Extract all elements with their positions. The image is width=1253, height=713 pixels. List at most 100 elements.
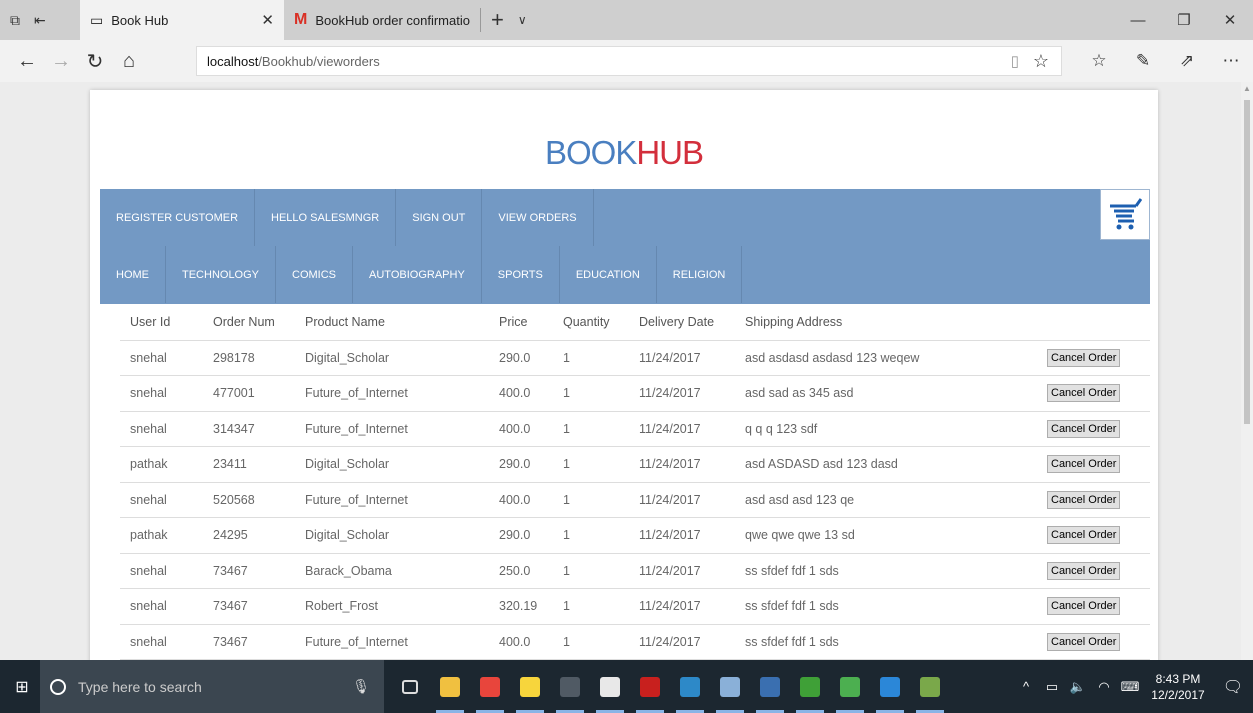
app-window-glyph	[680, 676, 700, 697]
tabs-aside-icon[interactable]: ⧉	[10, 12, 20, 29]
taskbar-clock[interactable]: 8:43 PM 12/2/2017	[1143, 671, 1213, 703]
mongodb-compass-icon[interactable]	[830, 660, 870, 713]
nav-religion[interactable]: RELIGION	[657, 246, 743, 303]
nav-top-row: REGISTER CUSTOMER HELLO SALESMNGR SIGN O…	[100, 189, 594, 246]
cancel-order-button[interactable]: Cancel Order	[1047, 455, 1121, 474]
acrobat-icon[interactable]	[630, 660, 670, 713]
nav-autobiography[interactable]: AUTOBIOGRAPHY	[353, 246, 482, 303]
java-icon[interactable]	[710, 660, 750, 713]
cell-user-id: snehal	[120, 340, 213, 376]
cell-shipping-address: qwe qwe qwe 13 sd	[745, 517, 1047, 554]
scroll-up-icon[interactable]: ▲	[1243, 84, 1251, 93]
terminal-glyph	[560, 676, 580, 697]
cell-shipping-address: asd ASDASD asd 123 dasd	[745, 446, 1047, 483]
table-row: snehal 314347 Future_of_Internet 400.0 1 11/2…	[120, 411, 1150, 447]
nav-sports[interactable]: SPORTS	[482, 246, 560, 303]
share-icon[interactable]: ⇗	[1165, 51, 1209, 71]
wifi-icon[interactable]: ◠	[1091, 679, 1117, 695]
nav-home[interactable]: HOME	[100, 246, 166, 303]
cell-action: Cancel Order	[1047, 375, 1150, 412]
close-window-icon[interactable]: ✕	[1207, 11, 1253, 29]
forward-icon[interactable]: →	[44, 50, 78, 73]
action-center-icon[interactable]: 🗨	[1213, 677, 1253, 697]
battery-icon[interactable]: ▭	[1039, 679, 1065, 695]
url-field[interactable]: localhost/Bookhub/vieworders ▯ ☆	[196, 46, 1062, 76]
table-row: pathak 23411 Digital_Scholar 290.0 1 11/24/20…	[120, 446, 1150, 483]
app-window-icon[interactable]	[670, 660, 710, 713]
tab-book-hub[interactable]: ▭ Book Hub ✕	[80, 0, 284, 40]
sticky-notes-icon[interactable]	[510, 660, 550, 713]
chevron-down-icon[interactable]: ∨	[514, 13, 531, 27]
nav-register-customer[interactable]: REGISTER CUSTOMER	[100, 189, 256, 246]
windows-start-icon[interactable]: ⊞	[4, 677, 40, 697]
chrome-glyph	[480, 676, 500, 697]
file-explorer-glyph	[440, 676, 460, 697]
volume-icon[interactable]: 🔈	[1065, 679, 1091, 695]
cancel-order-button[interactable]: Cancel Order	[1047, 419, 1121, 438]
cell-user-id: snehal	[120, 624, 213, 660]
cancel-order-button[interactable]: Cancel Order	[1047, 348, 1121, 367]
scroll-thumb[interactable]	[1244, 100, 1250, 424]
cancel-order-button[interactable]: Cancel Order	[1047, 490, 1121, 509]
cell-shipping-address: ss sfdef fdf 1 sds	[745, 624, 1047, 660]
mongodb-icon[interactable]	[790, 660, 830, 713]
nav-sign-out[interactable]: SIGN OUT	[396, 189, 483, 246]
show-tabs-icon[interactable]: ⇤	[34, 12, 46, 29]
terminal-icon[interactable]	[550, 660, 590, 713]
nav-technology[interactable]: TECHNOLOGY	[166, 246, 277, 303]
cell-price: 400.0	[499, 482, 563, 518]
cancel-order-button[interactable]: Cancel Order	[1047, 632, 1121, 651]
netbeans-icon[interactable]	[750, 660, 790, 713]
reading-view-icon[interactable]: ▯	[1011, 52, 1019, 70]
site-logo[interactable]: BOOKHUB	[90, 134, 1158, 172]
show-hidden-icons[interactable]: ^	[1013, 679, 1039, 694]
minimize-icon[interactable]: —	[1115, 12, 1161, 29]
tab-order-confirmation[interactable]: M BookHub order confirmatio	[284, 0, 480, 40]
cell-shipping-address: asd asdasd asdasd 123 weqew	[745, 340, 1047, 376]
cancel-order-button[interactable]: Cancel Order	[1047, 597, 1121, 616]
url-host: localhost	[207, 53, 259, 69]
nav-comics[interactable]: COMICS	[276, 246, 354, 303]
cell-user-id: snehal	[120, 588, 213, 625]
more-icon[interactable]: ⋯	[1209, 51, 1253, 71]
refresh-icon[interactable]: ↻	[78, 49, 112, 74]
cancel-order-button[interactable]: Cancel Order	[1047, 561, 1121, 580]
back-icon[interactable]: ←	[10, 50, 44, 73]
keyboard-icon[interactable]: ⌨	[1117, 679, 1143, 695]
cell-price: 290.0	[499, 517, 563, 554]
cell-product-name: Future_of_Internet	[305, 411, 499, 447]
home-icon[interactable]: ⌂	[112, 50, 146, 73]
cell-order-num: 73467	[213, 624, 305, 660]
cancel-order-button[interactable]: Cancel Order	[1047, 384, 1121, 403]
paint-icon[interactable]	[910, 660, 950, 713]
cell-product-name: Future_of_Internet	[305, 624, 499, 660]
taskbar-search[interactable]: Type here to search 🎙	[40, 660, 384, 713]
nav-education[interactable]: EDUCATION	[560, 246, 657, 303]
document-icon[interactable]	[590, 660, 630, 713]
edge-icon[interactable]	[870, 660, 910, 713]
nav-hello-user[interactable]: HELLO SALESMNGR	[255, 189, 397, 246]
nav-view-orders[interactable]: VIEW ORDERS	[482, 189, 594, 246]
task-view-icon[interactable]	[390, 660, 430, 713]
acrobat-glyph	[640, 676, 660, 697]
microphone-icon[interactable]: 🎙	[352, 678, 370, 695]
cancel-order-button[interactable]: Cancel Order	[1047, 526, 1121, 545]
favorite-star-icon[interactable]: ☆	[1033, 51, 1049, 72]
file-explorer-icon[interactable]	[430, 660, 470, 713]
favorites-hub-icon[interactable]: ☆	[1077, 51, 1121, 71]
cell-quantity: 1	[563, 553, 639, 589]
tab-label: Book Hub	[111, 12, 169, 28]
cell-delivery-date: 11/24/2017	[639, 624, 745, 660]
cell-delivery-date: 11/24/2017	[639, 446, 745, 483]
new-tab-icon[interactable]: +	[481, 7, 514, 33]
page-scrollbar[interactable]: ▲	[1241, 82, 1253, 660]
close-tab-icon[interactable]: ✕	[261, 11, 274, 29]
search-placeholder: Type here to search	[78, 678, 202, 695]
restore-icon[interactable]: ❐	[1161, 11, 1207, 29]
shopping-cart-icon[interactable]	[1100, 189, 1150, 240]
netbeans-glyph	[760, 676, 780, 697]
chrome-icon[interactable]	[470, 660, 510, 713]
web-note-icon[interactable]: ✎	[1121, 51, 1165, 71]
cell-price: 290.0	[499, 446, 563, 483]
cell-user-id: snehal	[120, 553, 213, 589]
